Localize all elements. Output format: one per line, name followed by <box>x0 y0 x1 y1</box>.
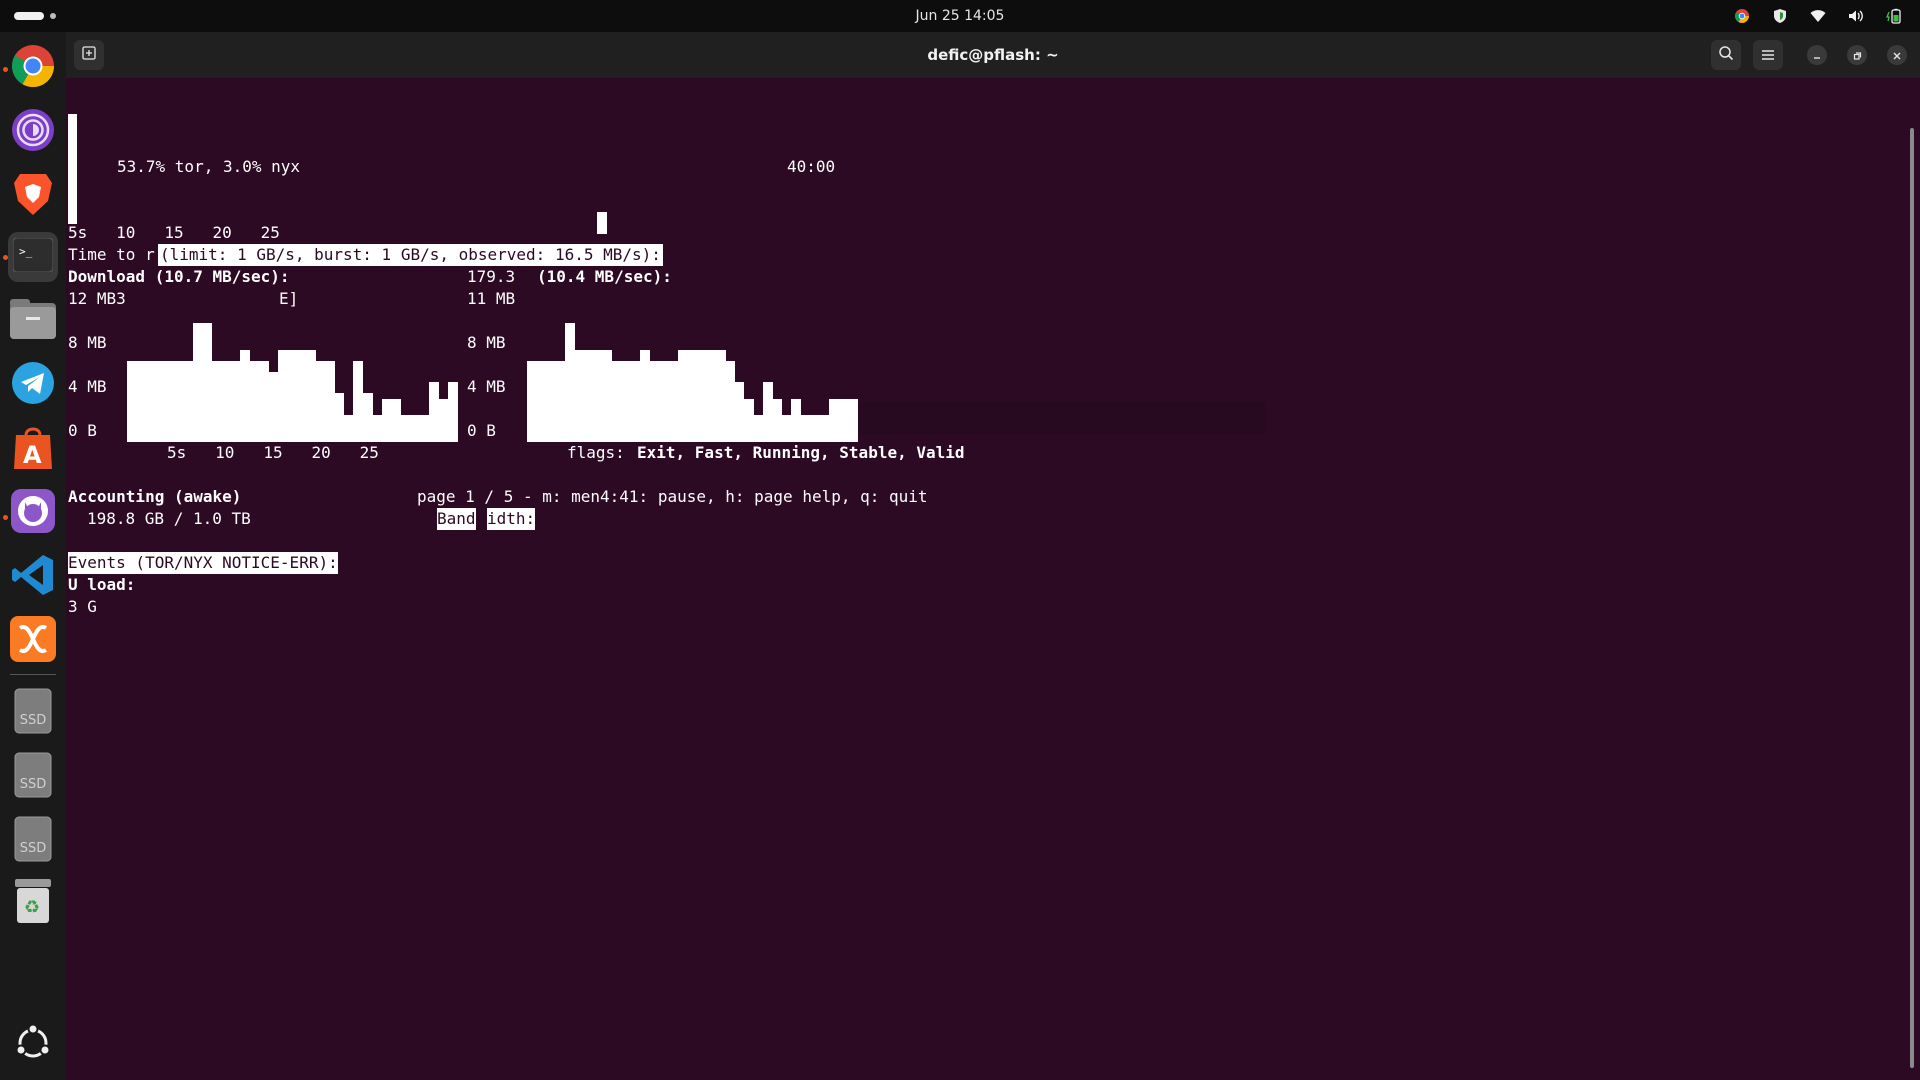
page-help-line: page 1 / 5 - m: men4:41: pause, h: page … <box>417 487 928 506</box>
cursor-bar <box>68 114 77 224</box>
flags-label: flags: <box>567 443 625 462</box>
upload-y-zero: 0 B <box>467 421 496 440</box>
uptime: 40:00 <box>787 157 836 176</box>
svg-text:A: A <box>23 441 42 469</box>
bottom-time-axis: 5s 10 15 20 25 <box>167 443 379 462</box>
ssd-drive-1[interactable]: SSD <box>8 686 58 736</box>
system-tray[interactable] <box>1734 0 1902 32</box>
bandwidth-tab-part2[interactable]: idth: <box>487 508 536 530</box>
ssd-drive-3[interactable]: SSD <box>8 814 58 864</box>
upload-bar <box>847 399 858 442</box>
chrome-launcher[interactable] <box>8 43 58 93</box>
load-value: 3 G <box>68 597 97 616</box>
top-time-axis: 5s 10 15 20 25 <box>68 223 280 242</box>
graph-nyx-label: NYX <box>187 289 216 308</box>
title-bar[interactable]: defic@pflash: ~ <box>66 32 1920 78</box>
ssd-label: SSD <box>19 713 47 728</box>
upload-label: (10.4 MB/sec): <box>537 267 672 286</box>
ssd-label: SSD <box>19 777 47 792</box>
upload-y-low: 4 MB <box>467 377 506 396</box>
trash-icon: ♻ <box>14 878 52 928</box>
minimize-button[interactable] <box>1807 45 1827 65</box>
bandwidth-limit: (limit: 1 GB/s, burst: 1 GB/s, observed:… <box>158 244 663 266</box>
download-label: Download (10.7 MB/sec): <box>68 267 290 286</box>
ssd-drive-2[interactable]: SSD <box>8 750 58 800</box>
chrome-icon <box>10 43 56 93</box>
download-y-mid: 8 MB <box>68 333 107 352</box>
app-center-icon: A <box>12 425 54 473</box>
hamburger-menu-icon <box>1761 46 1775 65</box>
chrome-icon[interactable] <box>1734 8 1750 24</box>
brave-icon <box>12 171 54 221</box>
telegram-icon <box>11 361 55 409</box>
trash-launcher[interactable]: ♻ <box>8 878 58 928</box>
download-y-max: 12 MB3 <box>68 289 126 308</box>
events-label: Events (TOR/NYX NOTICE-ERR): <box>68 552 338 574</box>
block-mark <box>597 212 607 234</box>
files-launcher[interactable] <box>8 296 58 346</box>
telegram-launcher[interactable] <box>8 360 58 410</box>
github-desktop-launcher[interactable] <box>8 488 58 538</box>
ssd-label: SSD <box>19 841 47 856</box>
restore-button[interactable] <box>1847 45 1867 65</box>
volume-icon[interactable] <box>1848 8 1864 24</box>
battery-icon[interactable] <box>1886 8 1902 24</box>
accounting-value: 198.8 GB / 1.0 TB <box>87 509 251 528</box>
upload-load-label: U load: <box>68 575 136 594</box>
show-apps-icon <box>13 1023 53 1067</box>
tor-browser-icon <box>11 108 55 156</box>
ssd-drive-icon: SSD <box>14 816 52 862</box>
graph-e-label: E] <box>279 289 299 308</box>
cpu-usage: 53.7% tor, 3.0% nyx <box>117 157 301 176</box>
terminal-launcher[interactable]: >_ <box>8 232 58 282</box>
wifi-icon[interactable] <box>1810 8 1826 24</box>
download-y-low: 4 MB <box>68 377 107 396</box>
menu-button[interactable] <box>1753 40 1783 70</box>
dock-separator <box>10 674 56 675</box>
graph-shade <box>856 402 1266 434</box>
scrollbar[interactable] <box>1910 128 1914 1068</box>
bandwidth-tab-part1[interactable]: Band <box>437 508 476 530</box>
upload-total: 179.3 <box>467 267 516 286</box>
vscode-icon <box>11 553 55 601</box>
search-button[interactable] <box>1711 40 1741 70</box>
search-icon <box>1718 45 1734 65</box>
upload-y-mid: 8 MB <box>467 333 506 352</box>
svg-text:>_: >_ <box>19 245 33 258</box>
terminal-content[interactable]: 53.7% tor, 3.0% nyx 40:00 5s 10 15 20 25… <box>66 78 1920 1080</box>
tor-browser-launcher[interactable] <box>8 107 58 157</box>
top-bar: Jun 25 14:05 <box>0 0 1920 32</box>
close-icon <box>1892 46 1902 65</box>
dock: >_ A SSD SSD SSD ♻ <box>0 32 66 1080</box>
show-apps-button[interactable] <box>8 1020 58 1070</box>
restore-icon <box>1852 46 1862 65</box>
close-button[interactable] <box>1887 45 1907 65</box>
github-desktop-icon <box>11 489 55 537</box>
time-to-label: Time to r <box>68 245 155 264</box>
app-center-launcher[interactable]: A <box>8 424 58 474</box>
running-indicator <box>3 255 8 260</box>
svg-text:♻: ♻ <box>24 897 40 918</box>
clock[interactable]: Jun 25 14:05 <box>0 0 1920 32</box>
upload-graph <box>527 312 858 442</box>
terminal-window[interactable]: defic@pflash: ~ 53.7% tor, 3.0% nyx 40:0… <box>66 32 1920 1080</box>
download-graph <box>127 312 458 442</box>
upload-y-max: 11 MB <box>467 289 516 308</box>
ssd-drive-icon: SSD <box>14 688 52 734</box>
xampp-launcher[interactable] <box>8 616 58 666</box>
download-y-zero: 0 B <box>68 421 97 440</box>
xampp-icon <box>10 616 56 666</box>
download-bar <box>447 382 458 442</box>
ssd-drive-icon: SSD <box>14 752 52 798</box>
brave-launcher[interactable] <box>8 171 58 221</box>
vpn-shield-icon[interactable] <box>1772 8 1788 24</box>
files-icon <box>10 299 56 343</box>
vscode-launcher[interactable] <box>8 552 58 602</box>
terminal-icon: >_ <box>12 237 54 276</box>
flags-value: Exit, Fast, Running, Stable, Valid <box>637 443 965 462</box>
accounting-label: Accounting (awake) <box>68 487 242 506</box>
window-title: defic@pflash: ~ <box>927 46 1059 64</box>
minimize-icon <box>1812 46 1822 65</box>
